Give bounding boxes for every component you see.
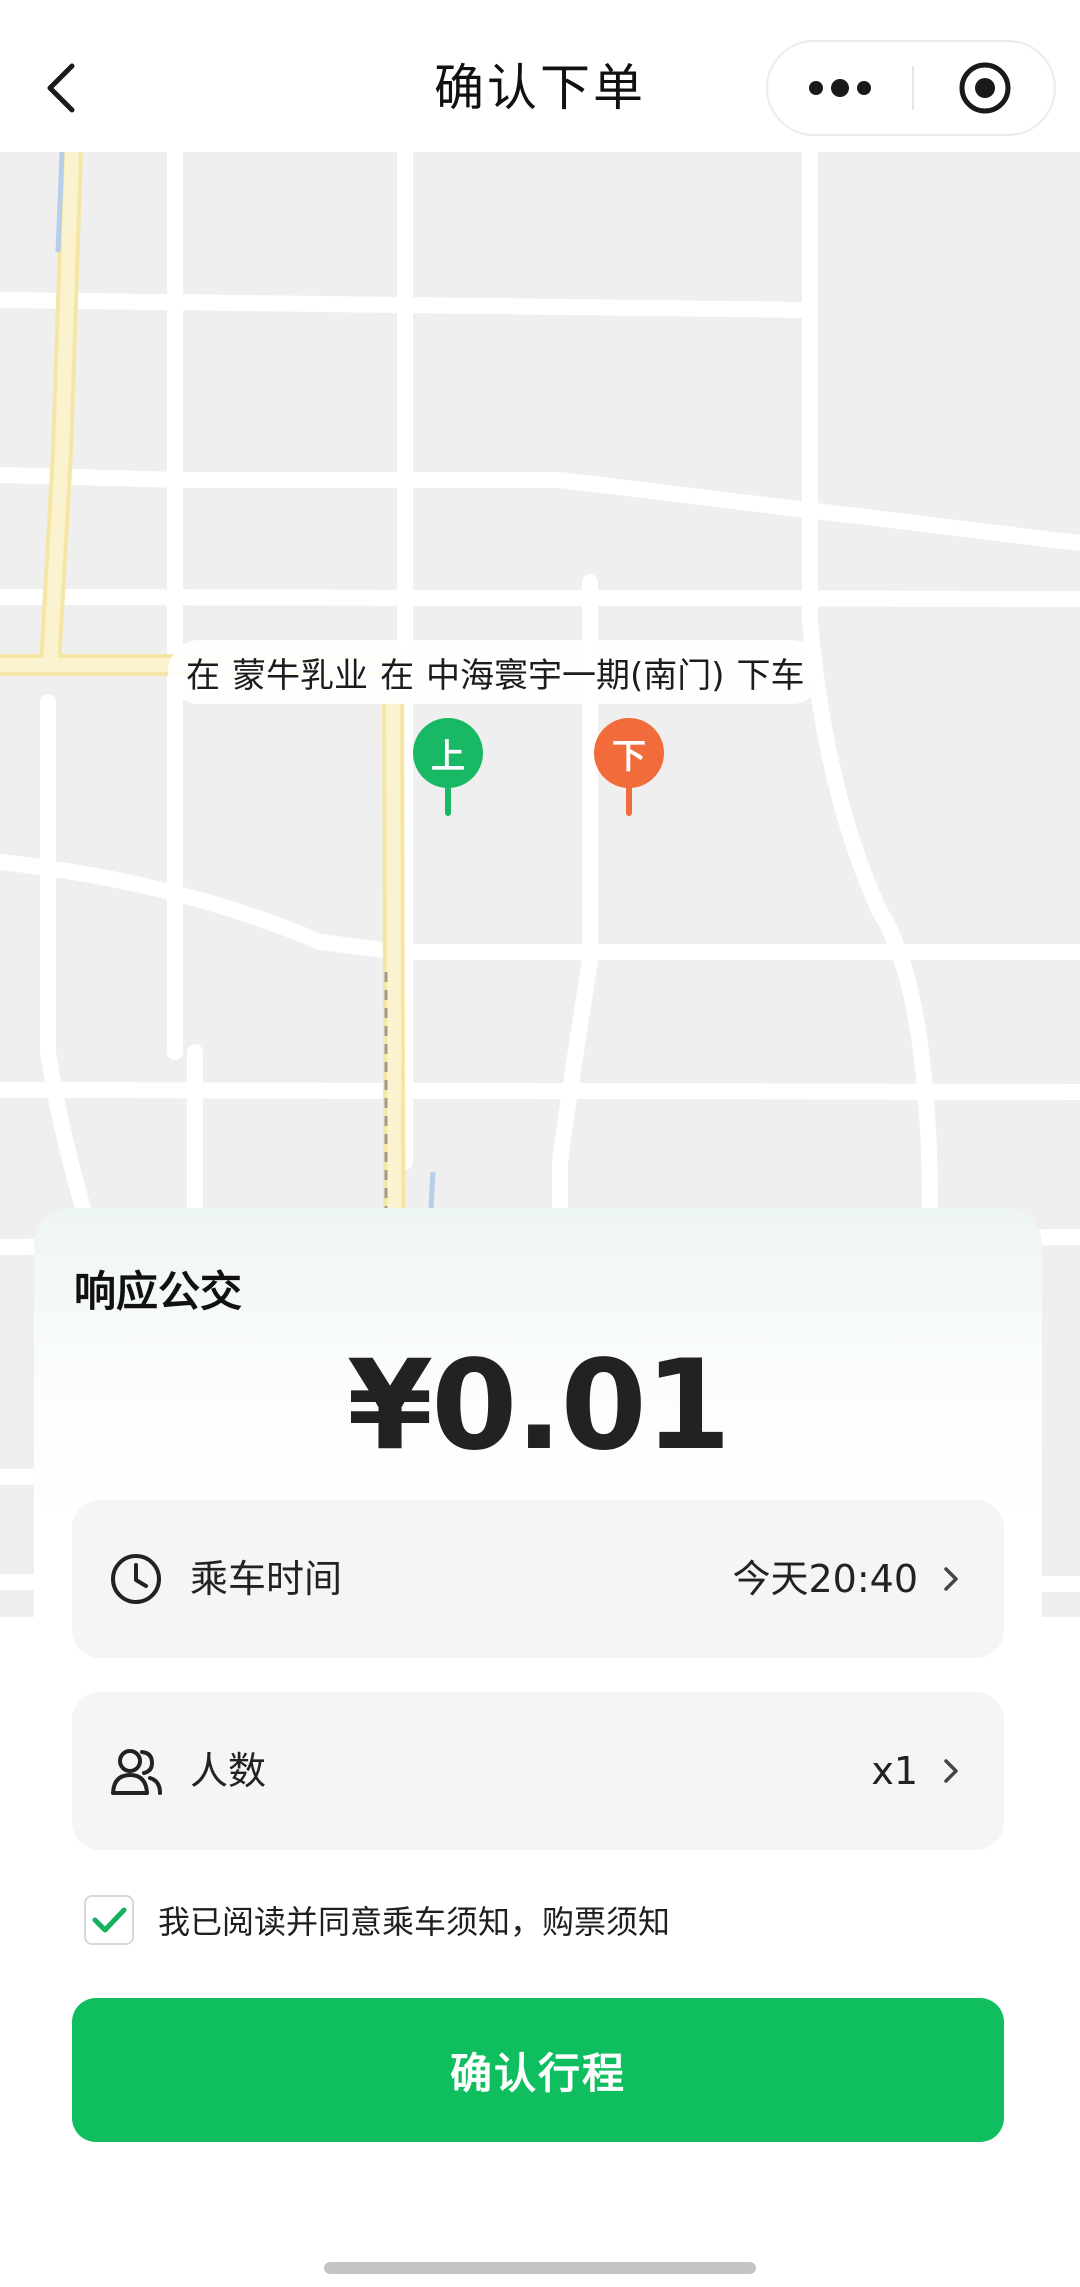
alighting-pin[interactable]: 下 xyxy=(594,718,664,818)
boarding-pin-label: 上 xyxy=(413,718,483,788)
price: ¥0.01 xyxy=(346,1334,731,1478)
passenger-count-row[interactable]: 人数 x1 xyxy=(72,1692,1004,1850)
chevron-right-icon xyxy=(944,1759,958,1783)
service-name: 响应公交 xyxy=(74,1267,243,1316)
agreement-text[interactable]: 我已阅读并同意乘车须知，购票须知 xyxy=(158,1897,670,1943)
passenger-count-label: 人数 xyxy=(190,1749,267,1793)
more-button[interactable] xyxy=(768,42,912,134)
people-icon xyxy=(111,1749,162,1795)
alighting-prefix: 在 xyxy=(380,655,414,696)
agreement-checkbox[interactable] xyxy=(84,1895,134,1945)
target-close-icon xyxy=(959,62,1011,114)
alighting-stop-name: 中海寰宇一期(南门) xyxy=(426,655,725,696)
ride-time-row[interactable]: 乘车时间 今天20:40 xyxy=(72,1500,1004,1658)
boarding-stop-name: 蒙牛乳业 xyxy=(232,655,368,696)
alighting-pin-stem xyxy=(626,784,632,816)
close-mini-program-button[interactable] xyxy=(914,42,1056,134)
confirm-trip-button[interactable]: 确认行程 xyxy=(72,1998,1004,2142)
mini-program-capsule xyxy=(766,40,1056,136)
order-card: 响应公交 ¥0.01 乘车时间 今天20:40 人数 x1 我已阅读并同意乘车须… xyxy=(34,1208,1042,2242)
ride-time-label: 乘车时间 xyxy=(190,1557,343,1601)
ride-time-value: 今天20:40 xyxy=(732,1557,918,1601)
boarding-pin[interactable]: 上 xyxy=(413,718,483,818)
clock-icon xyxy=(111,1554,161,1604)
passenger-count-value: x1 xyxy=(871,1749,918,1793)
alighting-suffix: 下车 xyxy=(736,655,805,696)
checkmark-icon xyxy=(92,1907,127,1933)
alighting-pin-label: 下 xyxy=(594,718,664,788)
route-stops-callout: 在 蒙牛乳业 在 中海寰宇一期(南门) 下车 xyxy=(168,640,823,704)
more-dots-icon xyxy=(809,79,871,97)
boarding-pin-stem xyxy=(445,784,451,816)
navigation-bar: 确认下单 xyxy=(0,0,1080,152)
chevron-right-icon xyxy=(944,1567,958,1591)
home-indicator xyxy=(324,2262,756,2274)
agreement: 我已阅读并同意乘车须知，购票须知 xyxy=(84,1892,670,1948)
boarding-prefix: 在 xyxy=(186,655,220,696)
